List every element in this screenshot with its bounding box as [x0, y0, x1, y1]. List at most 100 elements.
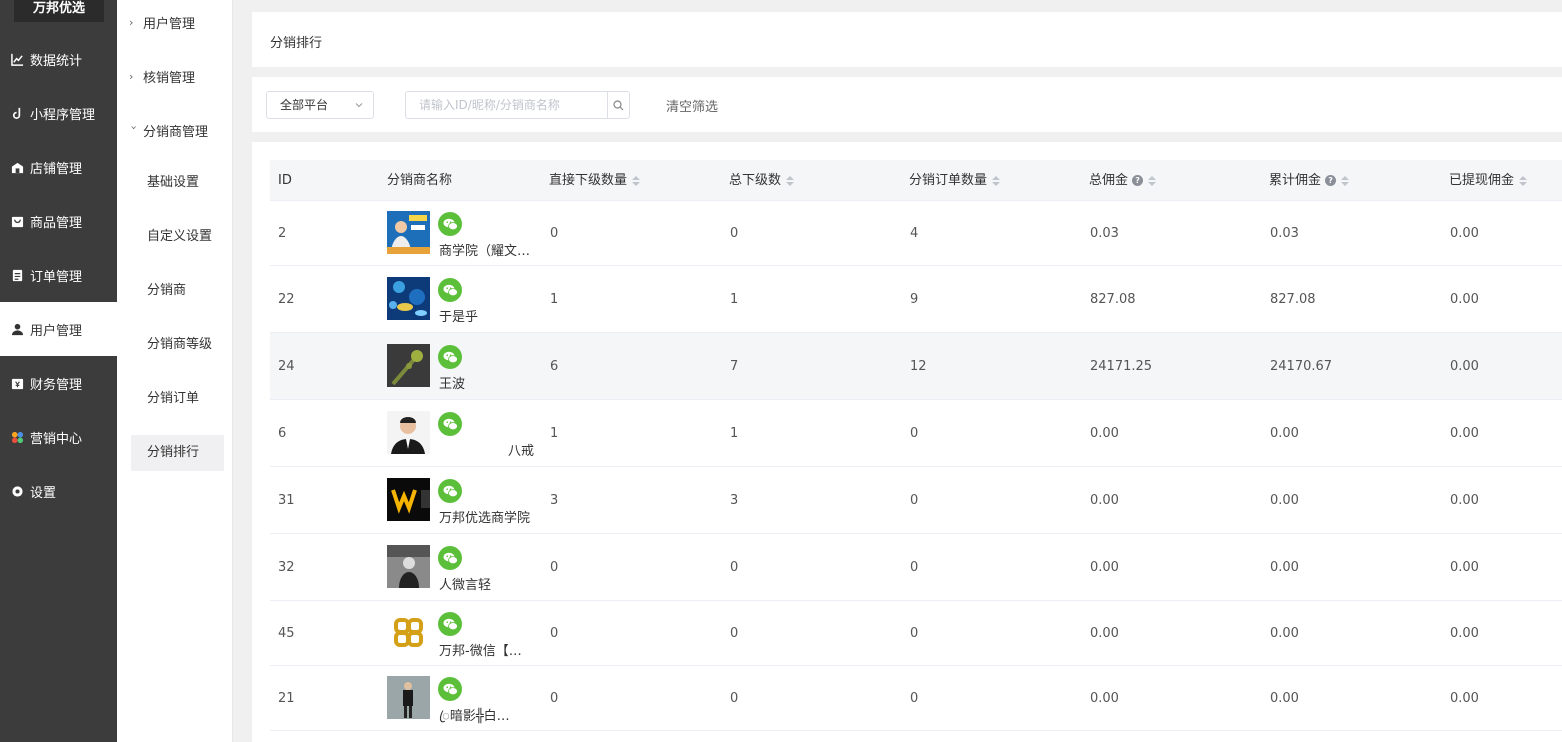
column-header-label: 累计佣金: [1269, 173, 1322, 188]
sidebar-item-settings[interactable]: 设置: [0, 464, 117, 518]
sidebar-item-finance[interactable]: 财务管理: [0, 356, 117, 410]
sort-icon[interactable]: [1341, 175, 1350, 186]
platform-select[interactable]: 全部平台: [266, 91, 374, 119]
column-header[interactable]: 总佣金?: [1089, 160, 1157, 201]
subnav-group-verify[interactable]: › 核销管理: [129, 67, 195, 86]
page-header: 分销排行: [252, 12, 1562, 67]
chevron-down-icon: [355, 103, 363, 108]
user-icon: [10, 322, 24, 336]
column-header[interactable]: 累计佣金?: [1269, 160, 1350, 201]
sidebar-item-stats[interactable]: 数据统计: [0, 32, 117, 86]
cell-id: 22: [278, 292, 295, 307]
search-icon: [613, 99, 624, 110]
filter-bar: 全部平台 清空筛选: [252, 77, 1562, 132]
cell-commission: 0.00: [1090, 426, 1119, 441]
search-button[interactable]: [607, 92, 629, 118]
subnav-item-custom-settings[interactable]: 自定义设置: [131, 219, 224, 255]
column-header-label: 分销订单数量: [909, 173, 988, 188]
subnav-item-distributors[interactable]: 分销商: [131, 273, 224, 309]
column-header-label: 总佣金: [1089, 173, 1129, 188]
cell-total: 0: [730, 626, 739, 641]
cell-direct: 6: [550, 359, 559, 374]
cell-withdrawn: 0.00: [1450, 626, 1479, 641]
table-row: 45 0 0 0 0.00 0.00 0.00 万邦-微信【官…: [270, 601, 1562, 666]
chevron-right-icon: ›: [129, 16, 134, 29]
sidebar-item-orders[interactable]: 订单管理: [0, 248, 117, 302]
help-icon[interactable]: ?: [1325, 175, 1337, 186]
sidebar-item-label: 商品管理: [30, 215, 83, 231]
distributor-name: 八戒: [507, 444, 534, 459]
order-icon: [10, 268, 24, 282]
avatar: [387, 411, 430, 454]
avatar: [387, 676, 430, 719]
column-header: 分销商名称: [387, 160, 452, 201]
clear-filters-button[interactable]: 清空筛选: [666, 96, 718, 115]
cell-cumulative: 0.00: [1270, 493, 1299, 508]
avatar: [387, 277, 430, 320]
cell-commission: 0.00: [1090, 560, 1119, 575]
sidebar-item-miniprogram[interactable]: 小程序管理: [0, 86, 117, 140]
sort-icon[interactable]: [992, 175, 1001, 186]
sort-icon[interactable]: [786, 175, 795, 186]
distributor-name: ꦿ暗影╬白…: [439, 709, 510, 724]
cell-direct: 3: [550, 493, 559, 508]
page-title: 分销排行: [270, 36, 323, 51]
cell-orders: 0: [910, 626, 919, 641]
app-logo[interactable]: 万邦优选: [14, 0, 104, 22]
sidebar-item-label: 营销中心: [30, 431, 83, 447]
table-row: 2 0 0 4 0.03 0.03 0.00 商学院（耀文…: [270, 201, 1562, 266]
sort-icon[interactable]: [632, 175, 641, 186]
search-box: [405, 91, 630, 119]
wechat-icon: [438, 479, 462, 503]
table-header: ID 分销商名称 直接下级数量 总下级数 分销订单数量 总佣金? 累计佣金? 已提现佣金: [270, 160, 1562, 201]
link-icon: [10, 106, 24, 120]
subnav-item-distributor-levels[interactable]: 分销商等级: [131, 327, 224, 363]
wechat-icon: [438, 278, 462, 302]
main-content: 分销排行 全部平台 清空筛选 ID 分销商名称 直接下级数量 总下级数 分销订单数量 总佣…: [234, 0, 1562, 742]
column-header[interactable]: 已提现佣金: [1449, 160, 1528, 201]
subnav-item-basic-settings[interactable]: 基础设置: [131, 165, 224, 201]
ranking-table: ID 分销商名称 直接下级数量 总下级数 分销订单数量 总佣金? 累计佣金? 已提现佣金 20…: [252, 142, 1562, 742]
cell-commission: 0.00: [1090, 626, 1119, 641]
cell-cumulative: 0.03: [1270, 226, 1299, 241]
column-header[interactable]: 直接下级数量: [549, 160, 641, 201]
cell-id: 32: [278, 560, 295, 575]
cell-total: 7: [730, 359, 739, 374]
sidebar-item-store[interactable]: 店铺管理: [0, 140, 117, 194]
subnav-item-distribution-orders[interactable]: 分销订单: [131, 381, 224, 417]
column-header-label: 直接下级数量: [549, 173, 628, 188]
cell-direct: 0: [550, 691, 559, 706]
subnav-group-label: 分销商管理: [143, 125, 209, 140]
search-input[interactable]: [406, 92, 606, 118]
cell-cumulative: 0.00: [1270, 691, 1299, 706]
cell-orders: 4: [910, 226, 919, 241]
cell-cumulative: 0.00: [1270, 560, 1299, 575]
subnav-group-distributor[interactable]: › 分销商管理: [127, 121, 209, 140]
cell-id: 31: [278, 493, 295, 508]
cell-id: 6: [278, 426, 287, 441]
cell-withdrawn: 0.00: [1450, 560, 1479, 575]
cell-cumulative: 827.08: [1270, 292, 1316, 307]
column-header-label: 分销商名称: [387, 173, 453, 188]
cell-total: 0: [730, 226, 739, 241]
sidebar-item-marketing[interactable]: 营销中心: [0, 410, 117, 464]
help-icon[interactable]: ?: [1132, 175, 1144, 186]
sort-icon[interactable]: [1519, 175, 1528, 186]
settings-icon: [10, 484, 24, 498]
sidebar-item-users[interactable]: 用户管理: [0, 302, 117, 356]
column-header[interactable]: 总下级数: [729, 160, 795, 201]
cell-cumulative: 0.00: [1270, 426, 1299, 441]
sort-icon[interactable]: [1148, 175, 1157, 186]
cell-direct: 0: [550, 226, 559, 241]
subnav-group-label: 用户管理: [143, 17, 196, 32]
table-row: 21 0 0 0 0.00 0.00 0.00ꦿ暗影╬白…: [270, 666, 1562, 731]
sidebar-item-label: 店铺管理: [30, 161, 83, 177]
subnav-item-ranking[interactable]: 分销排行: [131, 435, 224, 471]
main-sidebar: 万邦优选 数据统计 小程序管理 店铺管理 商品管理 订单管理 用户管理 财务管理…: [0, 0, 117, 742]
column-header[interactable]: 分销订单数量: [909, 160, 1001, 201]
chevron-down-icon: ›: [127, 125, 141, 130]
subnav-group-users[interactable]: › 用户管理: [129, 13, 195, 32]
column-header: ID: [278, 160, 292, 201]
sidebar-item-goods[interactable]: 商品管理: [0, 194, 117, 248]
distributor-name: 万邦优选商学院: [439, 511, 531, 526]
